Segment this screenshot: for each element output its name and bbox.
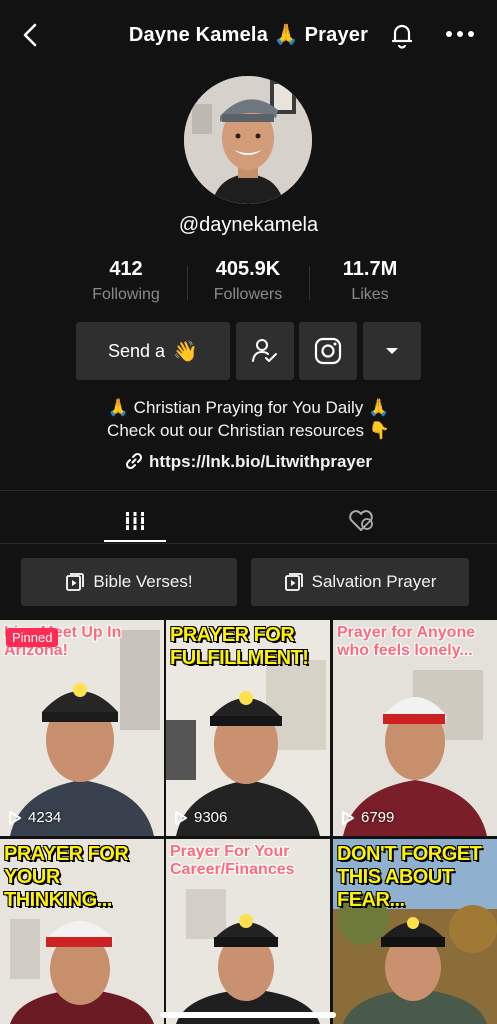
stat-followers-label: Followers: [213, 286, 283, 303]
suggested-accounts-dropdown[interactable]: [363, 322, 421, 380]
send-button-label: Send a: [108, 340, 166, 361]
play-icon: [9, 810, 21, 825]
playlist-icon: [284, 573, 303, 591]
stat-following-label: Following: [92, 286, 160, 303]
video-caption: PRAYER FOR YOUR THINKING...: [4, 843, 129, 911]
grid-icon: [124, 512, 146, 530]
divider: [0, 490, 497, 491]
following-status-button[interactable]: [236, 322, 294, 380]
video-thumbnail[interactable]: PRAYER FOR FULFILLMENT! 9306: [166, 620, 330, 836]
profile-stats: 412 Following 405.9K Followers 11.7M Lik…: [0, 258, 497, 308]
top-bar: Dayne Kamela 🙏 Prayer: [0, 0, 497, 70]
divider: [0, 543, 497, 544]
view-count: 9306: [174, 809, 227, 826]
video-thumbnail[interactable]: Prayer for Anyone who feels lonely... 67…: [333, 620, 497, 836]
profile-handle: @daynekamela: [178, 214, 319, 236]
view-count: 6799: [341, 809, 394, 826]
video-caption: DON'T FORGET THIS ABOUT FEAR...: [337, 843, 482, 911]
bio-line: Check out our Christian resources 👇: [107, 421, 390, 440]
profile-actions: Send a 👋: [0, 322, 497, 380]
more-ellipsis-icon[interactable]: [444, 24, 476, 44]
stat-likes-value: 11.7M: [342, 258, 398, 280]
stat-divider: [309, 266, 310, 300]
active-tab-indicator: [104, 540, 166, 542]
view-count: 4234: [8, 809, 61, 826]
video-thumbnail[interactable]: Live Meet Up In Arizona! Pinned 4234: [0, 620, 164, 836]
video-thumbnail[interactable]: DON'T FORGET THIS ABOUT FEAR...: [333, 839, 497, 1024]
tab-liked[interactable]: [330, 500, 392, 542]
profile-avatar[interactable]: [184, 76, 312, 204]
playlist-salvation-prayer[interactable]: Salvation Prayer: [251, 558, 469, 606]
play-icon: [342, 810, 354, 825]
link-icon: [126, 452, 143, 470]
profile-title: Dayne Kamela 🙏 Prayer: [128, 24, 369, 46]
stat-likes-label: Likes: [351, 286, 389, 303]
video-grid: Live Meet Up In Arizona! Pinned 4234 PRA…: [0, 620, 497, 1024]
view-count-value: 6799: [361, 809, 395, 826]
user-check-icon: [252, 339, 277, 362]
video-thumbnail[interactable]: PRAYER FOR YOUR THINKING...: [0, 839, 164, 1024]
play-icon: [175, 810, 187, 825]
video-caption: Prayer for Anyone who feels lonely...: [337, 624, 476, 660]
stat-following[interactable]: 412 Following: [66, 258, 186, 304]
bio-line: 🙏 Christian Praying for You Daily 🙏: [107, 398, 390, 417]
stat-followers[interactable]: 405.9K Followers: [188, 258, 308, 304]
instagram-button[interactable]: [299, 322, 357, 380]
bio-link[interactable]: https://lnk.bio/Litwithprayer: [0, 452, 497, 472]
stat-likes[interactable]: 11.7M Likes: [310, 258, 430, 304]
send-message-button[interactable]: Send a 👋: [76, 322, 230, 380]
instagram-icon: [314, 337, 342, 365]
tab-videos[interactable]: [104, 500, 166, 542]
playlist-label: Bible Verses!: [93, 572, 193, 591]
caret-down-icon: [386, 348, 398, 354]
video-caption: Prayer For Your Career/Finances: [170, 843, 295, 879]
video-thumbnail[interactable]: Prayer For Your Career/Finances: [166, 839, 330, 1024]
home-indicator[interactable]: [160, 1012, 336, 1018]
view-count-value: 9306: [194, 809, 228, 826]
bio-link-text: https://lnk.bio/Litwithprayer: [149, 452, 372, 471]
playlist-bible-verses[interactable]: Bible Verses!: [21, 558, 237, 606]
wave-emoji: 👋: [173, 340, 198, 363]
stat-divider: [187, 266, 188, 300]
playlist-icon: [66, 573, 85, 591]
profile-bio: 🙏 Christian Praying for You Daily 🙏 Chec…: [0, 396, 497, 442]
view-count-value: 4234: [28, 809, 62, 826]
video-caption: PRAYER FOR FULFILLMENT!: [170, 624, 309, 669]
stat-following-value: 412: [109, 258, 143, 280]
pinned-badge: Pinned: [6, 628, 59, 647]
liked-hidden-icon: [349, 510, 373, 531]
playlist-label: Salvation Prayer: [311, 572, 437, 591]
stat-followers-value: 405.9K: [215, 258, 281, 280]
bell-icon[interactable]: [388, 20, 416, 50]
